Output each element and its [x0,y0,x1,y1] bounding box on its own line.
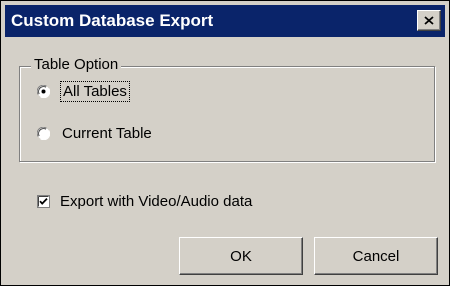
export-dialog: Custom Database Export Table Option All … [0,0,450,286]
window-title: Custom Database Export [11,11,214,30]
radio-selected-icon [37,85,50,98]
radio-current-table[interactable]: Current Table [37,125,152,142]
radio-all-tables-label: All Tables [60,81,130,102]
title-bar[interactable]: Custom Database Export [5,5,445,37]
table-option-group [19,66,435,162]
radio-unselected-icon [37,127,50,140]
close-icon [424,16,434,25]
radio-all-tables[interactable]: All Tables [37,81,130,102]
table-option-legend: Table Option [31,56,122,74]
checkbox-checked-icon [37,195,50,208]
ok-button[interactable]: OK [179,237,303,275]
cancel-button[interactable]: Cancel [314,237,438,275]
export-media-label: Export with Video/Audio data [60,193,253,210]
radio-current-table-label: Current Table [62,125,152,142]
export-media-checkbox[interactable]: Export with Video/Audio data [37,193,252,210]
close-button[interactable] [417,10,441,31]
